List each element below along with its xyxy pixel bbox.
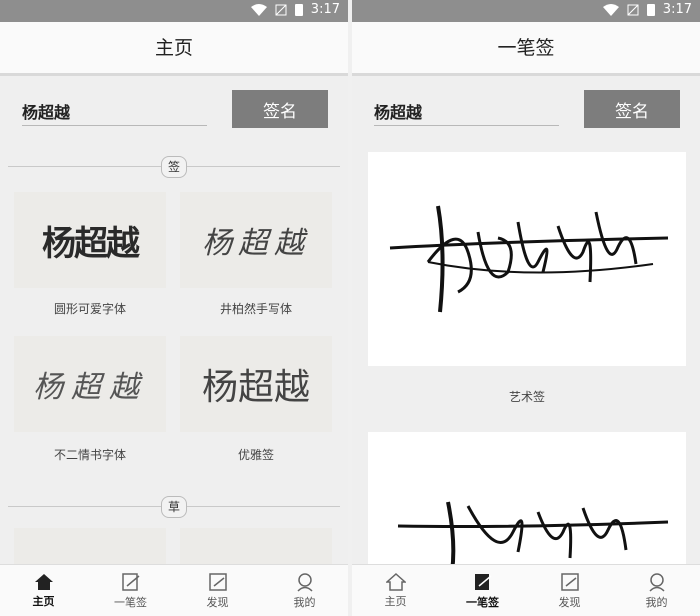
tab-home[interactable]: 主页 <box>0 565 87 616</box>
sign-button[interactable]: 签名 <box>584 90 680 128</box>
name-input-row: 签名 <box>0 88 348 130</box>
status-bar: 3:17 <box>0 0 348 22</box>
tab-discover[interactable]: 发现 <box>174 565 261 616</box>
tab-one-stroke[interactable]: 一笔签 <box>87 565 174 616</box>
tab-profile[interactable]: 我的 <box>613 565 700 616</box>
discover-icon <box>560 572 579 591</box>
discover-icon <box>208 572 227 591</box>
battery-icon <box>646 4 655 16</box>
name-input[interactable] <box>374 96 559 126</box>
tab-label: 发现 <box>558 595 581 609</box>
signature-preview: 杨超越 <box>14 192 166 288</box>
signature-text: 杨超越 <box>42 223 140 264</box>
page-title: 主页 <box>0 22 348 76</box>
tab-label: 我的 <box>293 595 316 609</box>
signature-card[interactable]: 杨超越 <box>14 192 166 288</box>
art-signature-caption: 艺术签 <box>508 390 545 404</box>
section-badge: 签 <box>161 156 187 178</box>
home-icon <box>34 573 53 590</box>
tab-label: 一笔签 <box>466 595 499 609</box>
no-signal-icon <box>275 4 287 15</box>
home-screen: 3:17 主页 签名 签 杨超越 圆形可爱字体 杨超越 井柏然手写体 杨超越 不… <box>0 0 348 616</box>
tab-discover[interactable]: 发现 <box>526 565 613 616</box>
tab-label: 我的 <box>645 595 668 609</box>
art-signature-image <box>397 501 669 573</box>
tab-one-stroke[interactable]: 一笔签 <box>439 565 526 616</box>
signature-preview: 杨超越 <box>14 336 166 432</box>
home-icon <box>385 572 406 591</box>
tab-label: 发现 <box>206 595 229 609</box>
signature-card[interactable]: 杨超越 <box>180 192 332 288</box>
tab-label: 主页 <box>384 594 407 608</box>
tab-profile[interactable]: 我的 <box>261 565 348 616</box>
tab-label: 主页 <box>32 594 55 608</box>
no-signal-icon <box>627 4 639 15</box>
bottom-tab-bar: 主页 一笔签 发现 我的 <box>0 564 348 616</box>
signature-card[interactable]: 杨超越 <box>180 336 332 432</box>
name-input-row: 签名 <box>352 88 700 130</box>
signature-card[interactable]: 杨超越 <box>14 336 166 432</box>
signature-card[interactable] <box>14 528 166 568</box>
status-time: 3:17 <box>310 2 340 17</box>
signature-text: 杨超越 <box>201 367 310 408</box>
art-signature-image <box>389 205 669 313</box>
pen-icon <box>121 572 139 591</box>
signature-card[interactable] <box>180 528 332 568</box>
pen-icon <box>474 573 491 590</box>
art-signature-card[interactable] <box>368 432 686 573</box>
status-time: 3:17 <box>662 2 692 17</box>
signature-preview: 杨超越 <box>180 336 332 432</box>
art-signature-card[interactable] <box>368 152 686 366</box>
page-title: 一笔签 <box>352 22 700 76</box>
tab-home[interactable]: 主页 <box>352 565 439 616</box>
section-badge: 草 <box>161 496 187 518</box>
signature-caption: 不二情书字体 <box>53 448 126 462</box>
signature-preview: 杨超越 <box>180 192 332 288</box>
one-stroke-screen: 3:17 一笔签 签名 艺术签 主页 <box>352 0 700 616</box>
name-input[interactable] <box>22 96 207 126</box>
signature-caption: 优雅签 <box>237 448 274 462</box>
battery-icon <box>294 4 303 16</box>
sign-button[interactable]: 签名 <box>232 90 328 128</box>
profile-icon <box>296 572 313 592</box>
signature-text: 杨超越 <box>33 370 147 405</box>
wifi-icon <box>250 3 267 16</box>
wifi-icon <box>602 3 619 16</box>
signature-caption: 圆形可爱字体 <box>53 302 126 316</box>
status-bar: 3:17 <box>352 0 700 22</box>
tab-label: 一笔签 <box>114 595 147 609</box>
signature-text: 杨超越 <box>202 226 310 261</box>
signature-caption: 井柏然手写体 <box>219 302 292 316</box>
bottom-tab-bar: 主页 一笔签 发现 我的 <box>352 564 700 616</box>
profile-icon <box>648 572 665 592</box>
